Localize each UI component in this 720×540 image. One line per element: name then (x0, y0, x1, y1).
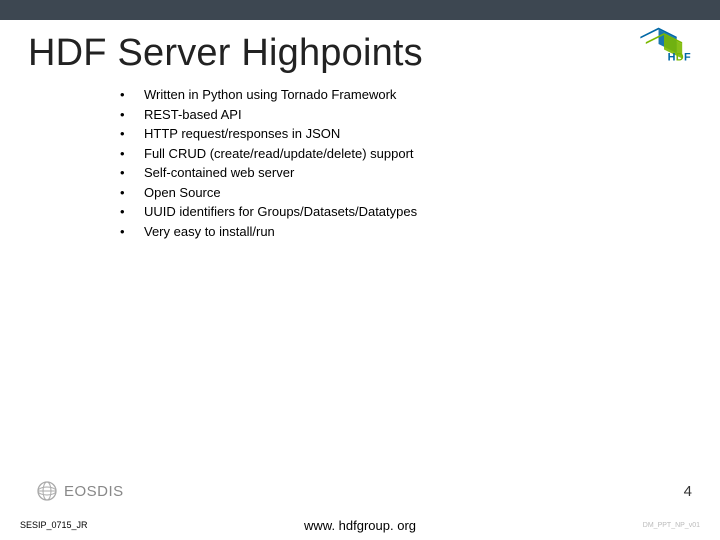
svg-text:H: H (668, 51, 676, 63)
svg-text:D: D (676, 51, 684, 63)
list-item-text: Very easy to install/run (144, 222, 275, 242)
top-bar (0, 0, 720, 20)
dm-ref: DM_PPT_NP_v01 (643, 522, 700, 529)
footer-row: EOSDIS 4 (0, 480, 720, 502)
sesip-code: SESIP_0715_JR (20, 520, 88, 530)
list-item-text: UUID identifiers for Groups/Datasets/Dat… (144, 202, 417, 222)
list-item: •Full CRUD (create/read/update/delete) s… (120, 144, 720, 164)
svg-text:F: F (684, 51, 691, 63)
bullet-icon: • (120, 163, 144, 183)
bottom-row: SESIP_0715_JR www. hdfgroup. org DM_PPT_… (0, 520, 720, 530)
list-item: •Written in Python using Tornado Framewo… (120, 85, 720, 105)
bullet-icon: • (120, 144, 144, 164)
eosdis-label: EOSDIS (64, 483, 124, 500)
content-area: •Written in Python using Tornado Framewo… (0, 75, 720, 241)
page-number: 4 (684, 483, 692, 500)
list-item: •REST-based API (120, 105, 720, 125)
list-item-text: REST-based API (144, 105, 242, 125)
list-item: •Open Source (120, 183, 720, 203)
globe-icon (36, 480, 58, 502)
list-item-text: Open Source (144, 183, 221, 203)
bullet-icon: • (120, 183, 144, 203)
bullet-icon: • (120, 124, 144, 144)
bullet-list: •Written in Python using Tornado Framewo… (120, 85, 720, 241)
list-item-text: HTTP request/responses in JSON (144, 124, 340, 144)
list-item: •UUID identifiers for Groups/Datasets/Da… (120, 202, 720, 222)
bullet-icon: • (120, 85, 144, 105)
list-item: •HTTP request/responses in JSON (120, 124, 720, 144)
page-title: HDF Server Highpoints (28, 32, 423, 75)
list-item-text: Full CRUD (create/read/update/delete) su… (144, 144, 414, 164)
eosdis-logo: EOSDIS (36, 480, 124, 502)
bullet-icon: • (120, 202, 144, 222)
bullet-icon: • (120, 105, 144, 125)
website-url: www. hdfgroup. org (304, 518, 416, 533)
header-row: HDF Server Highpoints H D F (0, 20, 720, 75)
slide: HDF Server Highpoints H D F •Written in … (0, 0, 720, 540)
hdf-logo: H D F (636, 24, 692, 69)
list-item-text: Written in Python using Tornado Framewor… (144, 85, 396, 105)
list-item: •Self-contained web server (120, 163, 720, 183)
list-item: •Very easy to install/run (120, 222, 720, 242)
bullet-icon: • (120, 222, 144, 242)
list-item-text: Self-contained web server (144, 163, 294, 183)
